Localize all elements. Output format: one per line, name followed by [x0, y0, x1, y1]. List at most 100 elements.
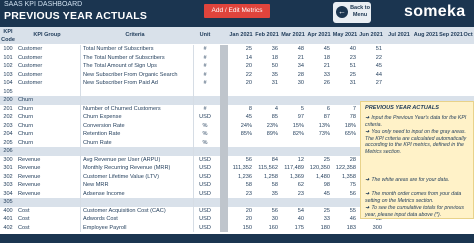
value-cell[interactable]: 28	[280, 71, 306, 80]
value-cell[interactable]: 45	[228, 113, 254, 122]
criteria-cell[interactable]	[80, 96, 194, 105]
value-cell[interactable]: 25	[332, 71, 358, 80]
criteria-cell[interactable]: Adsense Income	[80, 189, 194, 198]
value-cell[interactable]: 12	[280, 156, 306, 165]
value-cell[interactable]: 56	[332, 190, 358, 199]
criteria-cell[interactable]: Retention Rate	[80, 130, 194, 139]
criteria-cell[interactable]: Customer Acquisition Cost (CAC)	[80, 206, 194, 215]
criteria-cell[interactable]: Avg Revenue per User (ARPU)	[80, 155, 194, 164]
value-cell[interactable]: 150	[228, 224, 254, 233]
value-cell[interactable]: 24%	[228, 122, 254, 131]
add-edit-metrics-button[interactable]: Add / Edit Metrics	[204, 4, 270, 18]
criteria-cell[interactable]: Churn Rate	[80, 138, 194, 147]
value-cell[interactable]: 27	[358, 79, 384, 88]
value-cell[interactable]: 18	[306, 54, 332, 63]
value-cell[interactable]: 21	[280, 54, 306, 63]
value-cell[interactable]: 8	[228, 105, 254, 114]
kpi-group-cell[interactable]: Customer	[17, 79, 76, 88]
value-cell[interactable]: 30	[254, 215, 280, 224]
value-cell[interactable]	[280, 147, 306, 156]
value-cell[interactable]	[358, 88, 384, 97]
unit-cell[interactable]: %	[191, 130, 219, 139]
criteria-cell[interactable]: The Total Number of Subscribers	[80, 53, 194, 62]
value-cell[interactable]	[280, 96, 306, 105]
value-cell[interactable]: 62	[280, 181, 306, 190]
value-cell[interactable]: 25	[306, 156, 332, 165]
unit-cell[interactable]: USD	[191, 207, 219, 216]
value-cell[interactable]: 44	[358, 71, 384, 80]
kpi-group-cell[interactable]	[17, 198, 76, 207]
kpi-group-cell[interactable]: Revenue	[17, 156, 76, 165]
value-cell[interactable]: 34	[280, 62, 306, 71]
value-cell[interactable]	[254, 88, 280, 97]
kpi-group-cell[interactable]	[17, 88, 76, 97]
unit-cell[interactable]	[191, 88, 219, 97]
criteria-cell[interactable]: Employee Payroll	[80, 223, 194, 232]
value-cell[interactable]: 40	[332, 45, 358, 54]
value-cell[interactable]: 98	[306, 181, 332, 190]
value-cell[interactable]: 56	[228, 156, 254, 165]
value-cell[interactable]: 175	[280, 224, 306, 233]
value-cell[interactable]: 84	[254, 156, 280, 165]
value-cell[interactable]: 30	[280, 79, 306, 88]
value-cell[interactable]: 122,358	[332, 164, 358, 173]
value-cell[interactable]	[332, 198, 358, 207]
kpi-group-cell[interactable]: Customer	[17, 54, 76, 63]
kpi-group-cell[interactable]: Customer	[17, 45, 76, 54]
value-cell[interactable]: 82%	[280, 130, 306, 139]
value-cell[interactable]: 23%	[254, 122, 280, 131]
unit-cell[interactable]: USD	[191, 113, 219, 122]
value-cell[interactable]: 15%	[280, 122, 306, 131]
value-cell[interactable]: 18%	[332, 122, 358, 131]
value-cell[interactable]: 89%	[254, 130, 280, 139]
value-cell[interactable]: 87	[306, 113, 332, 122]
value-cell[interactable]: 20	[228, 207, 254, 216]
criteria-cell[interactable]	[80, 198, 194, 207]
criteria-cell[interactable]: Number of Churned Customers	[80, 104, 194, 113]
value-cell[interactable]	[228, 198, 254, 207]
criteria-cell[interactable]: Adwords Cost	[80, 215, 194, 224]
unit-cell[interactable]	[191, 147, 219, 156]
kpi-group-cell[interactable]: Churn	[17, 113, 76, 122]
value-cell[interactable]	[228, 88, 254, 97]
value-cell[interactable]: 300	[358, 224, 384, 233]
value-cell[interactable]: 180	[306, 224, 332, 233]
value-cell[interactable]: 73%	[306, 130, 332, 139]
kpi-group-cell[interactable]: Customer	[17, 71, 76, 80]
criteria-cell[interactable]: New MRR	[80, 181, 194, 190]
unit-cell[interactable]: #	[191, 54, 219, 63]
criteria-cell[interactable]: Churn Expense	[80, 113, 194, 122]
value-cell[interactable]: 56	[254, 207, 280, 216]
unit-cell[interactable]: #	[191, 79, 219, 88]
unit-cell[interactable]	[191, 198, 219, 207]
unit-cell[interactable]: USD	[191, 215, 219, 224]
value-cell[interactable]: 160	[254, 224, 280, 233]
back-to-menu-button[interactable]: ← Back to Menu	[333, 2, 371, 23]
value-cell[interactable]: 22	[228, 71, 254, 80]
value-cell[interactable]: 51	[332, 62, 358, 71]
value-cell[interactable]: 1,258	[254, 173, 280, 182]
value-cell[interactable]: 1,236	[228, 173, 254, 182]
unit-cell[interactable]	[191, 96, 219, 105]
value-cell[interactable]: 85	[254, 113, 280, 122]
value-cell[interactable]: 1,480	[306, 173, 332, 182]
value-cell[interactable]: 21	[306, 62, 332, 71]
unit-cell[interactable]: #	[191, 62, 219, 71]
criteria-cell[interactable]	[80, 147, 194, 156]
value-cell[interactable]: 55	[332, 207, 358, 216]
kpi-group-cell[interactable]: Cost	[17, 207, 76, 216]
value-cell[interactable]: 25	[228, 45, 254, 54]
unit-cell[interactable]: #	[191, 105, 219, 114]
value-cell[interactable]: 120,350	[306, 164, 332, 173]
value-cell[interactable]	[280, 88, 306, 97]
value-cell[interactable]: 46	[332, 215, 358, 224]
value-cell[interactable]: 35	[254, 71, 280, 80]
value-cell[interactable]: 13%	[306, 122, 332, 131]
criteria-cell[interactable]: Total Number of Subscribers	[80, 45, 194, 54]
value-cell[interactable]: 1,358	[332, 173, 358, 182]
kpi-group-cell[interactable]: Revenue	[17, 173, 76, 182]
kpi-group-cell[interactable]: Churn	[17, 122, 76, 131]
value-cell[interactable]	[306, 96, 332, 105]
value-cell[interactable]: 7	[332, 105, 358, 114]
value-cell[interactable]: 58	[228, 181, 254, 190]
